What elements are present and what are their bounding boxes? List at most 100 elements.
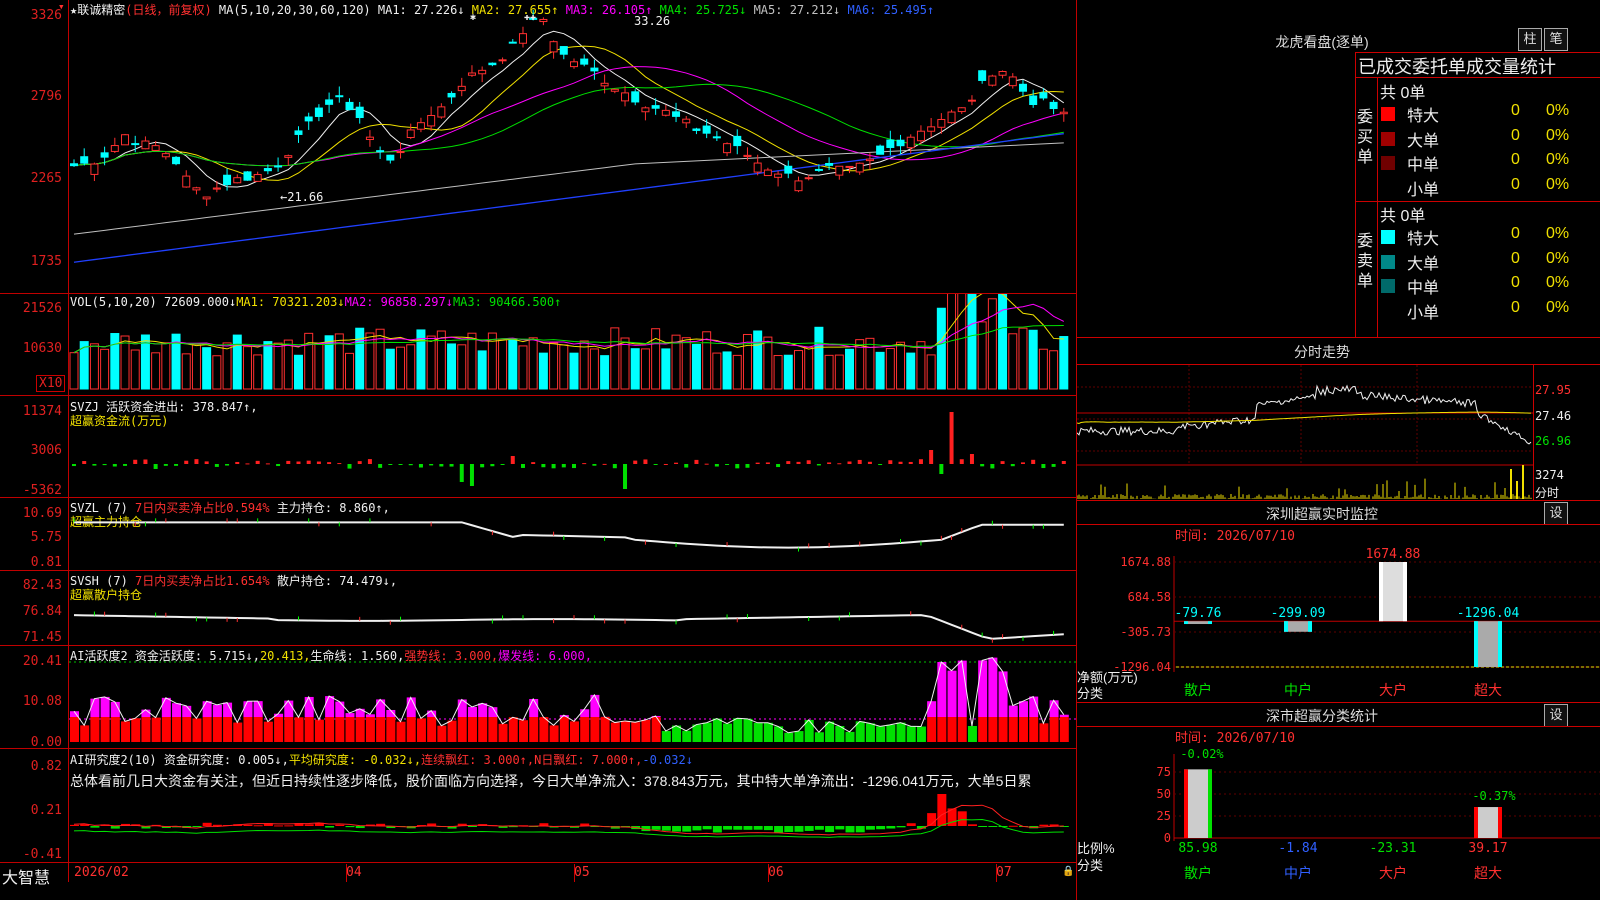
flow-bar xyxy=(572,464,576,469)
sz-class-top xyxy=(1077,726,1600,727)
volume-bar xyxy=(702,331,712,390)
money-flow-chart[interactable] xyxy=(69,396,1076,497)
flow-bar xyxy=(357,461,362,464)
order-pct: 0% xyxy=(1546,298,1570,316)
flow-bar xyxy=(439,464,444,467)
svzj-ytick-0: 11374 xyxy=(22,404,62,419)
svzl-ytick-2: 0.81 xyxy=(30,555,62,570)
flow-bar xyxy=(602,463,607,465)
activity-bar-top xyxy=(161,697,171,717)
research-bar xyxy=(753,826,763,830)
candle-body xyxy=(835,165,844,176)
volume-bar xyxy=(559,344,569,390)
research-chart[interactable] xyxy=(69,790,1076,862)
activity-bar xyxy=(937,717,947,742)
volume-bar xyxy=(538,352,548,390)
candle-body xyxy=(325,99,334,105)
buy-total: 共 0单 xyxy=(1380,85,1426,102)
order-count: 0 xyxy=(1511,274,1520,291)
activity-chart[interactable] xyxy=(69,646,1076,748)
candle-body xyxy=(90,163,99,175)
sz-monitor-bar-label: -1296.04 xyxy=(1457,606,1520,621)
activity-bar xyxy=(192,718,202,742)
volume-bar xyxy=(569,352,579,390)
flow-bar xyxy=(959,459,964,464)
activity-bar xyxy=(539,717,549,742)
lock-icon[interactable]: 🔒 xyxy=(1062,866,1074,877)
research-bar xyxy=(814,826,824,830)
candle-body xyxy=(416,122,425,130)
volume-bar xyxy=(120,335,130,390)
flow-bar xyxy=(520,464,525,468)
ai1-ytick-1: 10.08 xyxy=(22,694,62,709)
activity-bar xyxy=(529,717,539,742)
activity-bar xyxy=(753,722,763,742)
intraday-chart[interactable] xyxy=(1077,365,1533,500)
sz-class-settings-button[interactable]: 设 xyxy=(1544,704,1568,727)
ai2-t2: 平均研究度: -0.032↓, xyxy=(288,753,422,767)
sz-monitor-settings-button[interactable]: 设 xyxy=(1544,502,1568,525)
svzl-ytick-0: 10.69 xyxy=(22,506,62,521)
volume-bar xyxy=(161,342,171,390)
candle-body xyxy=(141,140,150,150)
sz-class-bar xyxy=(1474,807,1502,838)
order-type: 小单 xyxy=(1407,304,1440,322)
volume-bar xyxy=(967,294,977,390)
volume-bar xyxy=(365,332,375,390)
candle-body xyxy=(243,171,252,181)
activity-bar-top xyxy=(172,703,182,717)
volume-chart[interactable] xyxy=(69,294,1076,395)
candle-body xyxy=(467,72,476,76)
sz-class-ytick: 75 xyxy=(1157,765,1171,779)
sz-monitor-bar-edge xyxy=(1379,562,1383,622)
sz-class-chart[interactable]: 75 50 25 0 -0.02% -0.37% 85.98 -1.84 -23.31 39.17… xyxy=(1077,742,1600,900)
volume-bar xyxy=(589,348,599,390)
research-bar xyxy=(774,826,784,833)
chart-area[interactable]: ★联诚精密(日线，前复权) MA(5,10,20,30,60,120) MA1:… xyxy=(0,0,1077,900)
main-ytick-0: 3326 xyxy=(30,8,62,23)
candle-body xyxy=(131,143,140,146)
candle-body xyxy=(865,158,874,162)
flow-bar xyxy=(908,461,913,464)
candle-body xyxy=(161,153,170,158)
vol-unit-badge: X10 xyxy=(36,375,66,392)
lhb-tab[interactable]: 已成交委托单成交量统计 xyxy=(1358,53,1600,79)
flow-bar xyxy=(112,464,117,467)
volume-bar xyxy=(661,348,671,390)
flow-bar xyxy=(653,464,658,465)
bar-mode-button[interactable]: 柱 xyxy=(1518,28,1542,51)
color-swatch xyxy=(1381,230,1395,244)
menu-arrow-icon[interactable]: ▾ xyxy=(58,0,65,13)
activity-bar xyxy=(580,717,590,742)
candle-body xyxy=(1039,92,1048,99)
volume-bar xyxy=(273,342,283,390)
activity-bar xyxy=(518,720,528,742)
candle-body xyxy=(202,196,211,200)
sz-monitor-category: 中户 xyxy=(1284,682,1312,699)
main-ytick-1: 2796 xyxy=(30,89,62,104)
candle-body xyxy=(978,70,987,81)
main-force-chart[interactable] xyxy=(69,498,1076,570)
volume-bar xyxy=(426,335,436,390)
flow-bar xyxy=(214,464,219,467)
candle-body xyxy=(998,70,1007,76)
flow-bar xyxy=(327,462,332,464)
candle-body xyxy=(621,92,630,102)
volume-bar xyxy=(834,354,844,390)
flow-bar xyxy=(204,461,209,464)
activity-bar-top xyxy=(100,696,110,717)
sz-monitor-bar-label: -299.09 xyxy=(1271,606,1326,621)
volume-bar xyxy=(549,342,559,390)
tick-mode-button[interactable]: 笔 xyxy=(1544,28,1568,51)
volume-bar xyxy=(936,307,946,390)
order-pct: 0% xyxy=(1546,151,1570,168)
sz-monitor-chart[interactable]: 1674.88 684.58 -305.73 -1296.04 -79.76 散户 -299… xyxy=(1077,540,1600,700)
flow-bar xyxy=(235,461,240,464)
candle-body xyxy=(508,41,517,44)
activity-bar xyxy=(70,717,79,742)
volume-bar xyxy=(620,337,630,390)
retail-chart[interactable] xyxy=(69,571,1076,645)
intraday-title: 分时走势 xyxy=(1294,344,1350,360)
activity-bar xyxy=(131,718,141,742)
candlestick-chart[interactable] xyxy=(69,0,1076,293)
